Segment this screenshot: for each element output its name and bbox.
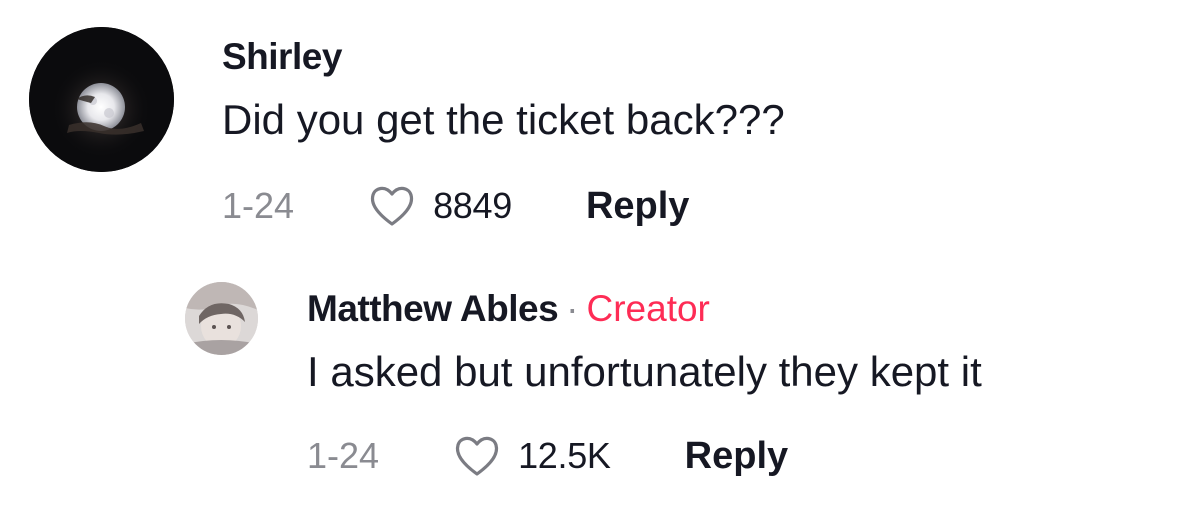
comment-username[interactable]: Shirley [222,36,342,78]
comment-date: 1-24 [222,185,295,226]
comment-actions: 1-24 8849 Reply [222,176,689,236]
avatar[interactable] [29,27,174,172]
like-button[interactable]: 8849 [368,184,512,228]
like-count: 8849 [433,185,512,226]
moon-avatar-image [29,27,174,172]
reply-button[interactable]: Reply [586,185,689,228]
reply-text: I asked but unfortunately they kept it [307,348,982,395]
reply-username[interactable]: Matthew Ables [307,288,559,330]
reply-date: 1-24 [307,435,380,476]
heart-outline-icon[interactable] [368,184,416,228]
reply-header: Matthew Ables · Creator [307,288,710,330]
reply-button[interactable]: Reply [685,435,788,478]
creator-badge: Creator [586,288,710,329]
avatar[interactable] [185,282,258,355]
person-avatar-image [185,282,258,355]
comment-item: Shirley Did you get the ticket back??? 1… [0,0,1200,260]
like-count: 12.5K [518,435,611,476]
reply-actions: 1-24 12.5K Reply [307,426,788,486]
heart-outline-icon[interactable] [453,434,501,478]
reply-item: Matthew Ables · Creator I asked but unfo… [0,260,1200,518]
separator-dot: · [566,288,579,329]
comment-text: Did you get the ticket back??? [222,96,785,143]
like-button[interactable]: 12.5K [453,434,611,478]
